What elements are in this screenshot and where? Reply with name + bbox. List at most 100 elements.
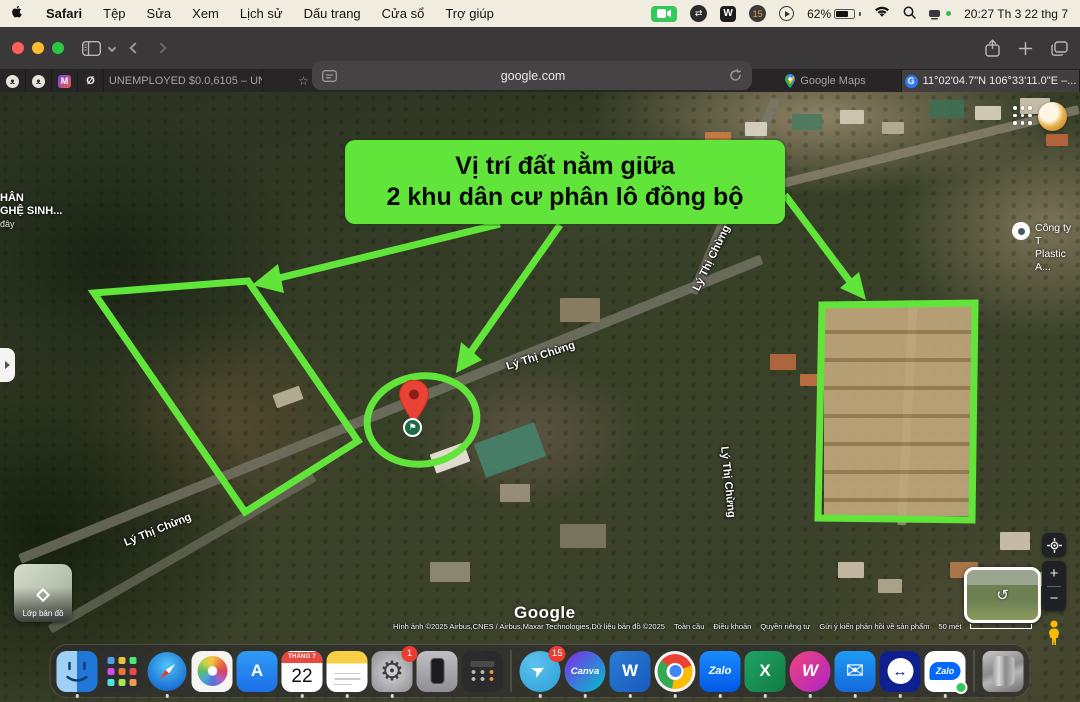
wifi-icon[interactable] <box>874 6 890 21</box>
menu-file[interactable]: Tệp <box>103 6 125 21</box>
rotate-icon: ↺ <box>996 586 1009 604</box>
map-layers-control[interactable]: Lớp bản đồ <box>14 564 72 622</box>
pinned-tab-ape-2[interactable]: ᴥ <box>26 70 52 92</box>
tab-overview-icon[interactable] <box>1051 41 1068 56</box>
google-apps-grid-icon[interactable] <box>1013 106 1033 126</box>
tab-coordinates-active[interactable]: G 11°02'04.7"N 106°33'11.0"E –... <box>902 70 1080 92</box>
link-global[interactable]: Toàn cầu <box>674 622 704 631</box>
pinned-tab-ape-1[interactable]: ᴥ <box>0 70 26 92</box>
building <box>882 122 904 134</box>
close-window-button[interactable] <box>12 42 24 54</box>
building <box>838 562 864 578</box>
dock-chrome[interactable] <box>655 651 696 692</box>
attribution-bar: Hình ảnh ©2025 Airbus,CNES / Airbus,Maxa… <box>393 622 1077 631</box>
pinned-tab-slash-o[interactable]: Ø <box>78 70 104 92</box>
battery-indicator: 62% <box>807 7 861 21</box>
my-location-button[interactable] <box>1042 533 1066 557</box>
dock-app-store[interactable]: A <box>237 651 278 692</box>
new-tab-icon[interactable] <box>1018 41 1033 56</box>
link-privacy[interactable]: Quyền riêng tư <box>760 622 810 631</box>
link-feedback[interactable]: Gửi ý kiến phản hồi về sản phẩm <box>819 622 929 631</box>
flag-icon: ⚑ <box>408 422 416 433</box>
dock-calculator[interactable] <box>462 651 503 692</box>
building <box>840 110 864 124</box>
saved-place-marker[interactable]: ⚑ <box>403 418 422 437</box>
chat-badge-icon <box>955 681 968 694</box>
dock-calendar[interactable]: THÁNG 7 22 <box>282 651 323 692</box>
menu-edit[interactable]: Sửa <box>147 6 172 21</box>
safari-toolbar: google.com <box>0 27 1080 70</box>
dock-telegram[interactable]: ➤ 15 <box>520 651 561 692</box>
dock-trash[interactable] <box>983 651 1024 692</box>
subdivision-dirt-plot <box>824 306 972 516</box>
menu-help[interactable]: Trợ giúp <box>445 6 494 21</box>
building <box>792 114 822 130</box>
screen-recording-icon[interactable] <box>651 6 677 22</box>
zoom-out-button[interactable]: − <box>1042 587 1066 612</box>
building <box>560 524 606 548</box>
playback-status-icon[interactable] <box>779 6 794 21</box>
dock-finder[interactable] <box>57 651 98 692</box>
tab-unemployed[interactable]: ᴥ UNEMPLOYED $0.0,6105 – UN... <box>104 70 263 92</box>
account-avatar[interactable] <box>1038 102 1067 131</box>
building <box>1046 134 1068 146</box>
building <box>560 298 600 322</box>
address-bar[interactable]: google.com <box>312 61 752 90</box>
menu-bar-clock[interactable]: 20:27 Th 3 22 thg 7 <box>964 7 1068 21</box>
street-view-preview[interactable]: ↺ <box>964 567 1041 623</box>
pinned-tab-m[interactable]: M <box>52 70 78 92</box>
dock-notes[interactable] <box>327 651 368 692</box>
screen: Safari Tệp Sửa Xem Lịch sử Dấu trang Cửa… <box>0 0 1080 702</box>
zalo-label: Zalo <box>709 665 732 677</box>
dock-excel[interactable]: X <box>745 651 786 692</box>
tab-google-maps[interactable]: Google Maps <box>750 70 902 92</box>
dock-zalo[interactable]: Zalo <box>700 651 741 692</box>
sidebar-expand-button[interactable] <box>0 348 15 382</box>
dock-safari[interactable] <box>147 651 188 692</box>
menu-window[interactable]: Cửa sổ <box>382 6 425 21</box>
zoom-window-button[interactable] <box>52 42 64 54</box>
menu-safari[interactable]: Safari <box>46 6 82 21</box>
sidebar-toggle-icon[interactable] <box>82 41 101 56</box>
zoom-in-button[interactable]: + <box>1042 561 1066 586</box>
dock-wps[interactable]: W <box>790 651 831 692</box>
poi-label-left: HÂN GHỆ SINH... đây <box>0 192 62 231</box>
calendar-day: 22 <box>282 663 323 690</box>
dock-settings[interactable]: ⚙ 1 <box>372 651 413 692</box>
dock-word[interactable]: W <box>610 651 651 692</box>
dock-divider <box>511 650 512 692</box>
dock-teamviewer[interactable]: ↔ <box>880 651 921 692</box>
envelope-icon: ✉ <box>846 658 864 684</box>
sidebar-chevron-icon[interactable] <box>109 45 115 51</box>
scale-text: 50 mét <box>938 622 961 631</box>
dock-mail[interactable]: ✉ <box>835 651 876 692</box>
building <box>1000 532 1030 550</box>
reload-icon[interactable] <box>729 69 742 82</box>
dock-photos[interactable] <box>192 651 233 692</box>
paper-plane-icon: ➤ <box>528 659 550 683</box>
dock-iphone-mirroring[interactable] <box>417 651 458 692</box>
dock-zalo-chat[interactable]: Zalo <box>925 651 966 692</box>
url-text[interactable]: google.com <box>337 69 729 83</box>
menu-history[interactable]: Lịch sử <box>240 6 283 21</box>
star-icon: ☆ <box>298 74 309 88</box>
zoom-control: + − <box>1042 561 1066 611</box>
spotlight-search-icon[interactable] <box>903 6 916 22</box>
minimize-window-button[interactable] <box>32 42 44 54</box>
arrows-icon: ↔ <box>887 658 913 684</box>
poi-marker-icon[interactable] <box>1012 222 1030 240</box>
link-terms[interactable]: Điều khoản <box>713 622 751 631</box>
page-settings-icon[interactable] <box>322 70 337 82</box>
cleaner-status-icon[interactable]: 15 <box>749 5 766 22</box>
teamviewer-status-icon[interactable]: ⇄ <box>690 5 707 22</box>
map-viewport[interactable]: Vị trí đất nằm giữa 2 khu dân cư phân lô… <box>0 92 1080 702</box>
dock-launchpad[interactable] <box>102 651 143 692</box>
back-button[interactable] <box>131 44 139 52</box>
share-icon[interactable] <box>985 39 1000 57</box>
menu-view[interactable]: Xem <box>192 6 219 21</box>
apple-menu-icon[interactable] <box>12 6 25 21</box>
fast-user-switch-icon[interactable] <box>929 8 951 20</box>
menu-bookmarks[interactable]: Dấu trang <box>304 6 361 21</box>
dock-canva[interactable]: Canva <box>565 651 606 692</box>
wps-status-icon[interactable]: W <box>720 6 736 22</box>
